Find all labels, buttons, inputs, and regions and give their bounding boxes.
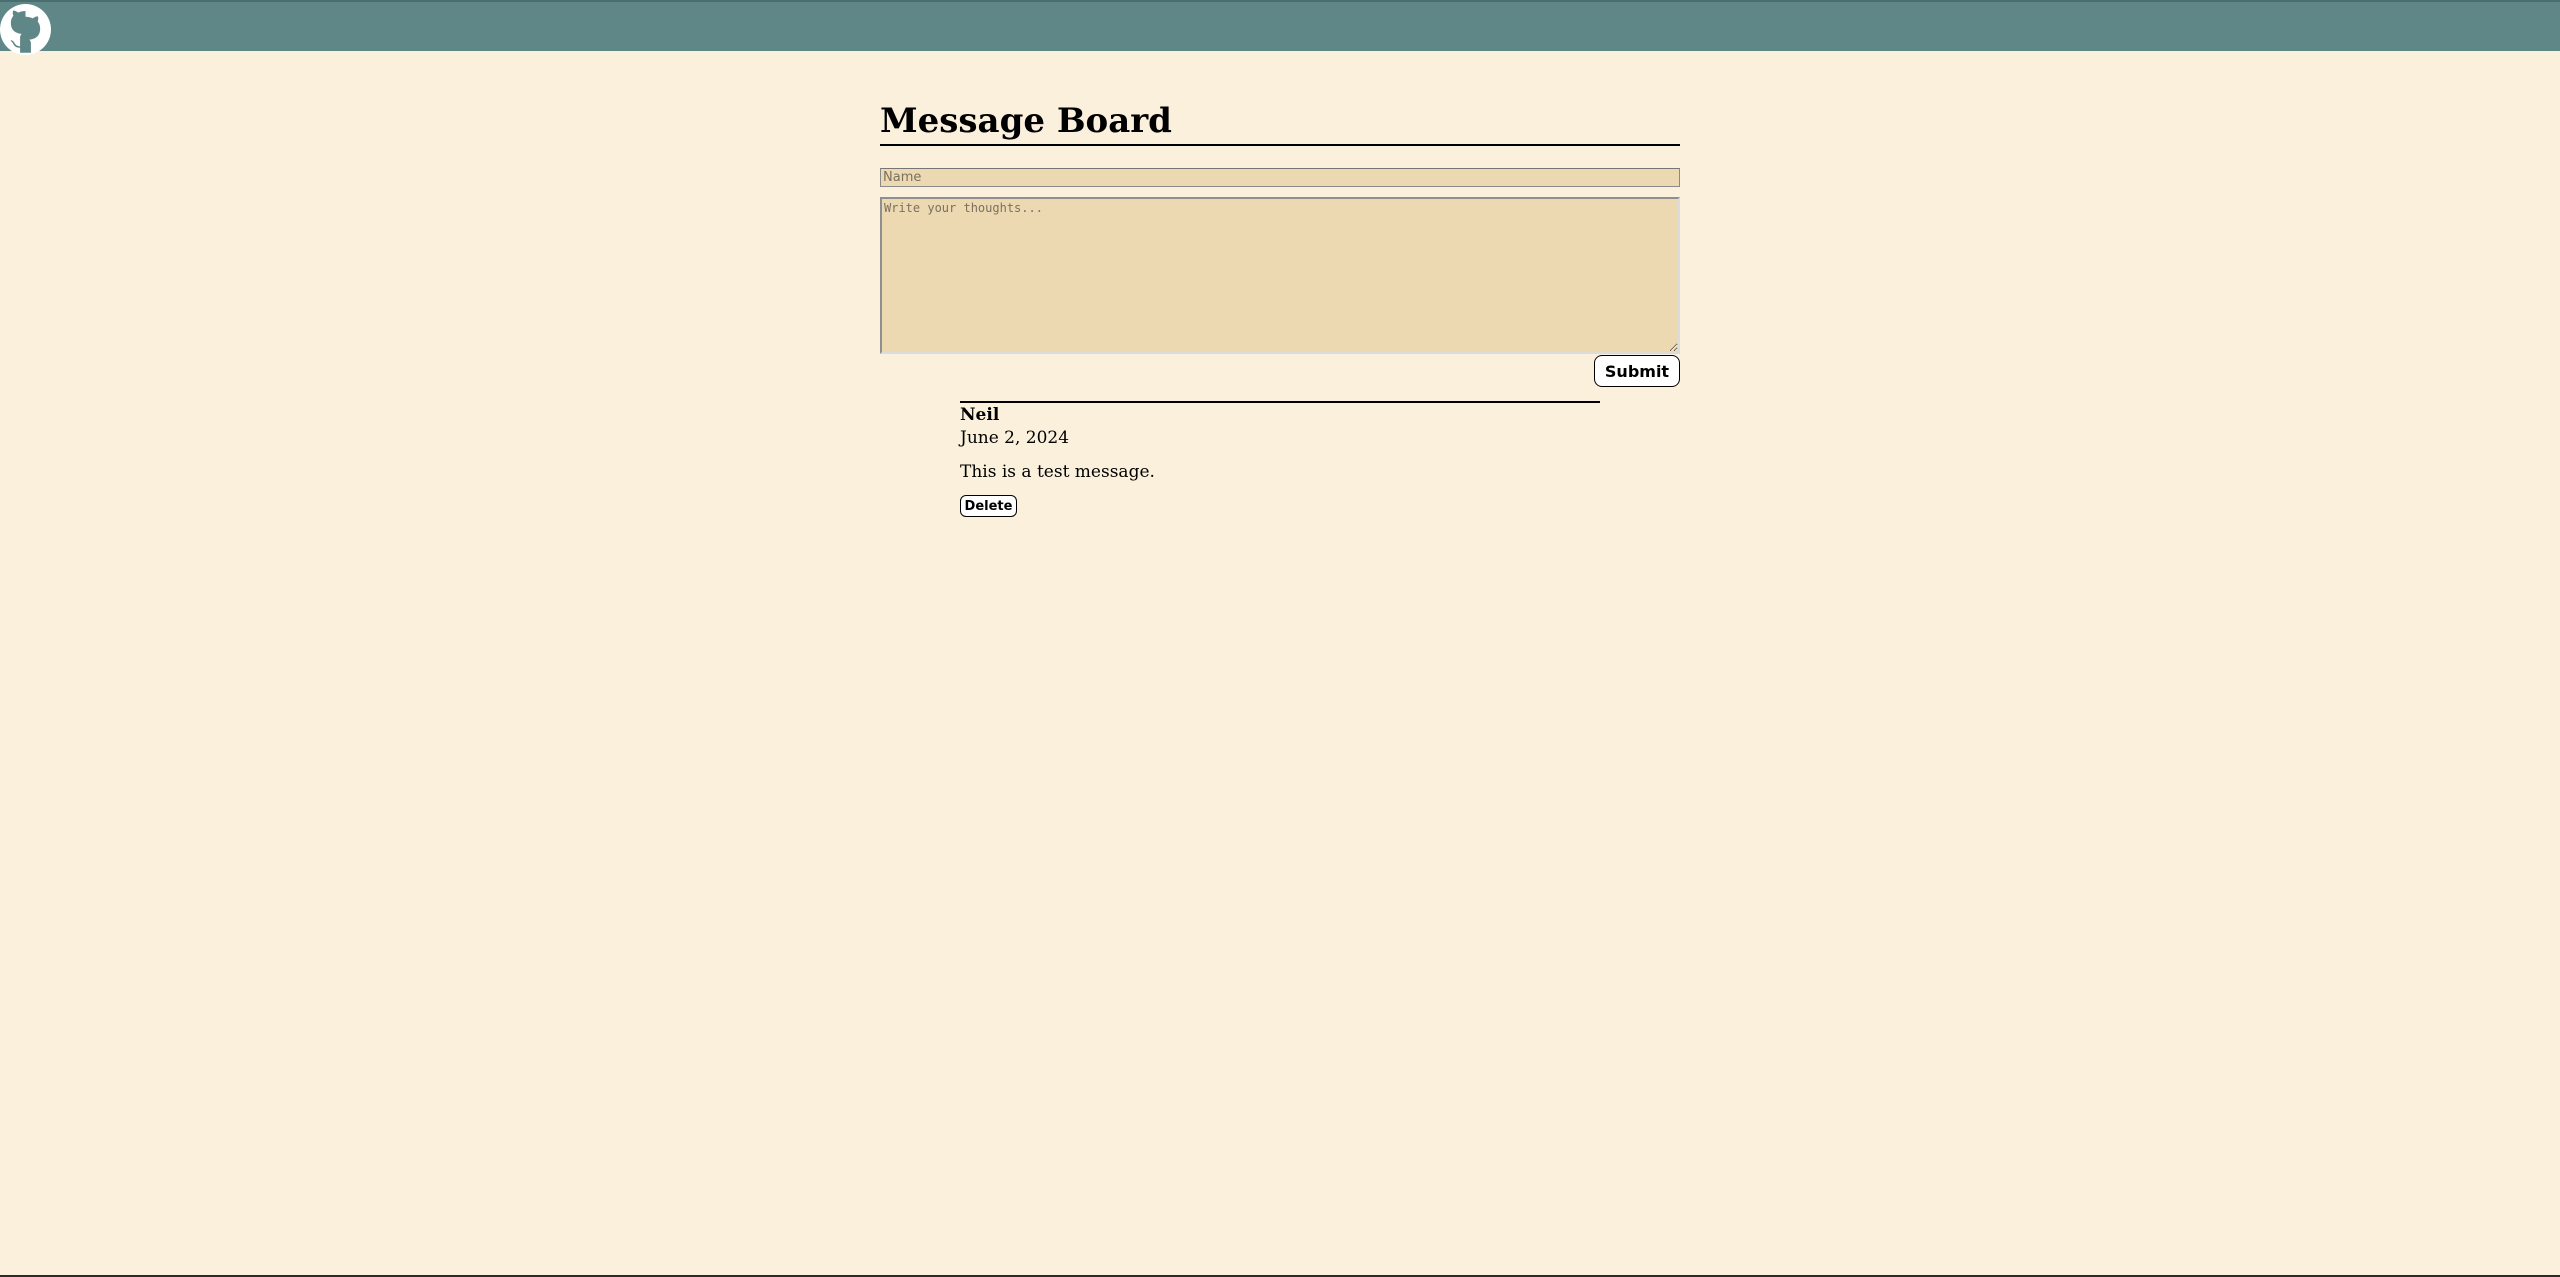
submit-button[interactable]: Submit	[1594, 355, 1680, 387]
thoughts-textarea[interactable]	[880, 197, 1680, 354]
message-list: Neil June 2, 2024 This is a test message…	[960, 401, 1600, 517]
name-input[interactable]	[880, 168, 1680, 187]
message-author: Neil	[960, 405, 1000, 425]
message-board-form: Message Board Submit	[880, 100, 1680, 389]
top-bar	[0, 0, 2560, 55]
page-title: Message Board	[880, 100, 1680, 146]
delete-button[interactable]: Delete	[960, 495, 1017, 517]
message-body: This is a test message.	[960, 462, 1155, 482]
github-icon[interactable]	[0, 4, 51, 55]
message-date: June 2, 2024	[960, 428, 1070, 448]
message-item: Neil June 2, 2024 This is a test message…	[960, 401, 1600, 517]
submit-row: Submit	[880, 355, 1680, 389]
